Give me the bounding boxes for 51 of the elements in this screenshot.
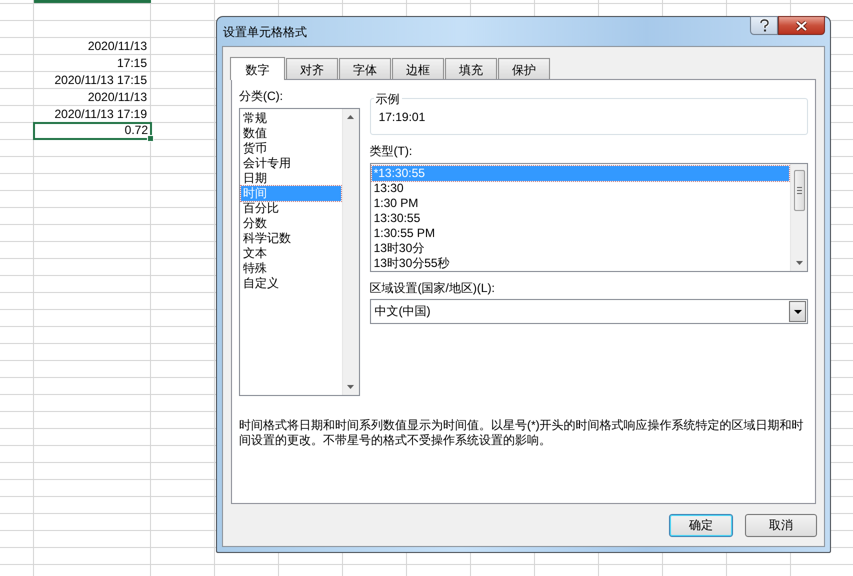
sample-value: 17:19:01 xyxy=(378,110,426,124)
list-item[interactable]: 货币 xyxy=(241,141,341,156)
list-item[interactable]: 13:30:55 xyxy=(372,211,789,226)
scroll-thumb[interactable] xyxy=(794,170,804,211)
table-cell[interactable]: 2020/11/13 xyxy=(34,37,150,54)
list-item[interactable]: 文本 xyxy=(241,246,341,261)
list-item[interactable]: 特殊 xyxy=(241,261,341,276)
list-item[interactable]: 13:30 xyxy=(372,181,789,196)
scrollbar[interactable] xyxy=(790,164,807,271)
tab[interactable]: 填充 xyxy=(445,58,497,79)
list-item[interactable]: 百分比 xyxy=(241,201,341,216)
field-label: 类型(T): xyxy=(370,145,414,158)
list-item[interactable]: 自定义 xyxy=(241,276,341,291)
list-item[interactable]: 13时30分 xyxy=(372,241,789,256)
list-item[interactable]: 科学记数 xyxy=(241,231,341,246)
field-label: 区域设置(国家/地区)(L): xyxy=(370,282,496,295)
help-icon xyxy=(760,19,768,32)
list-item[interactable]: 常规 xyxy=(241,111,341,126)
field-label: 分类(C): xyxy=(239,90,284,103)
dialog-button[interactable]: 取消 xyxy=(745,514,817,537)
table-cell[interactable]: 2020/11/13 17:19 xyxy=(34,105,150,122)
table-cell[interactable]: 17:15 xyxy=(34,54,150,71)
tab[interactable]: 数字 xyxy=(230,57,285,80)
dialog-button[interactable]: 确定 xyxy=(669,514,733,537)
table-cell[interactable]: 0.72 xyxy=(33,122,152,140)
help-button[interactable] xyxy=(750,16,778,35)
scroll-up-icon[interactable] xyxy=(347,115,354,119)
locale-dropdown[interactable]: 中文(中国) xyxy=(370,299,808,324)
window-title: 设置单元格格式 xyxy=(222,24,307,41)
list-item[interactable]: 1:30:55 PM xyxy=(372,226,789,241)
description-text: 时间格式将日期和时间系列数值显示为时间值。以星号(*)开头的时间格式响应操作系统特定的区域日期和时间设置的更改。不带星号的格式不受操作系统设置的影响。 xyxy=(239,418,805,448)
list-item[interactable]: 日期 xyxy=(241,171,341,186)
tab[interactable]: 边框 xyxy=(392,58,444,79)
list-item[interactable]: 1:30 PM xyxy=(372,196,789,211)
list-item[interactable]: 会计专用 xyxy=(241,156,341,171)
table-cell[interactable]: 2020/11/13 17:15 xyxy=(34,71,150,88)
list-item[interactable]: 13时30分55秒 xyxy=(372,256,789,271)
close-button[interactable] xyxy=(778,16,825,35)
table-cell[interactable]: 2020/11/13 xyxy=(34,88,150,105)
scroll-down-icon[interactable] xyxy=(347,385,354,389)
close-icon xyxy=(795,20,808,30)
scroll-down-icon[interactable] xyxy=(796,261,802,265)
list-item[interactable]: 分数 xyxy=(241,216,341,231)
group-label: 示例 xyxy=(374,91,402,108)
tab[interactable]: 对齐 xyxy=(286,58,338,79)
list-item[interactable]: 数值 xyxy=(241,126,341,141)
tab[interactable]: 保护 xyxy=(498,58,550,79)
tab[interactable]: 字体 xyxy=(339,58,391,79)
dropdown-arrow-icon xyxy=(794,310,802,314)
scrollbar[interactable] xyxy=(342,109,359,395)
fill-handle[interactable] xyxy=(147,135,154,142)
